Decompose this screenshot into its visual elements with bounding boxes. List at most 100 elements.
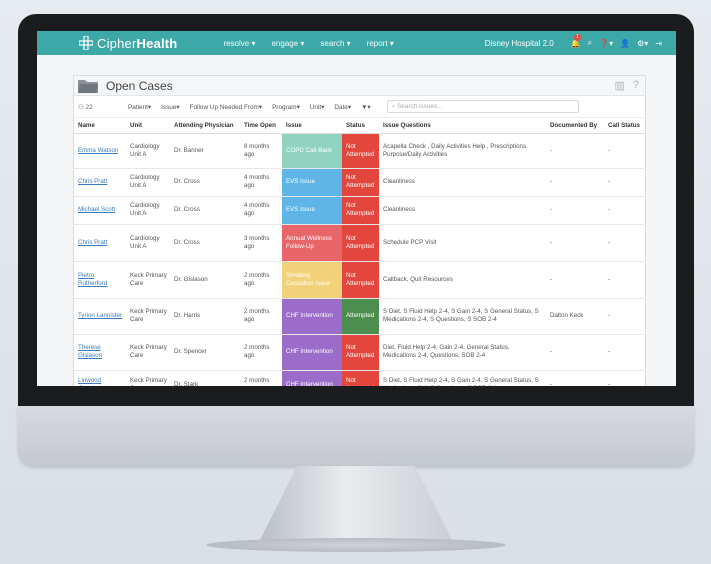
col-name[interactable]: Name (74, 118, 126, 134)
cases-table: Name Unit Attending Physician Time Open … (74, 118, 646, 386)
patient-name-link[interactable]: Chris Pratt (74, 168, 126, 197)
menu-engage[interactable]: engage ▾ (271, 39, 304, 48)
filter-more[interactable]: ▼▾ (361, 103, 371, 111)
bell-icon[interactable]: 🔔 1 (571, 33, 581, 48)
filter-program[interactable]: Program▾ (272, 103, 300, 111)
filter-patient[interactable]: Patient▾ (128, 103, 151, 111)
scene: Cipher Health resolve ▾ engage ▾ search ▾… (0, 0, 711, 564)
col-unit[interactable]: Unit (126, 118, 170, 134)
brand-name-a: Cipher (97, 35, 137, 51)
logout-icon[interactable]: ⇥ (655, 39, 662, 48)
unit-cell: Keck Primary Care (126, 334, 170, 371)
physician-cell: Dr. Spencer (170, 334, 240, 371)
notification-badge: 1 (573, 33, 581, 41)
panel-header: Open Cases ▥ ? (74, 76, 645, 96)
issue-cell[interactable]: Annual Wellness Follow-Up (282, 224, 342, 262)
patient-name-link[interactable]: Linwood Cruickshank (74, 370, 126, 386)
physician-cell: Dr. Harris (170, 298, 240, 335)
table-row[interactable]: Emma Watson Cardiology Unit A Dr. Banner 8 … (74, 133, 646, 169)
screen: Cipher Health resolve ▾ engage ▾ search ▾… (37, 31, 676, 386)
time-open-cell: 2 months ago (240, 261, 282, 299)
time-open-cell: 3 months ago (240, 224, 282, 262)
table-row[interactable]: Tyrion Lannister Keck Primary Care Dr. Har… (74, 298, 646, 335)
col-physician[interactable]: Attending Physician (170, 118, 240, 134)
unit-cell: Cardiology Unit A (126, 168, 170, 197)
issue-cell[interactable]: CHF Intervention (282, 370, 342, 386)
issue-cell[interactable]: EVS Issue (282, 168, 342, 197)
physician-cell: Dr. Gislason (170, 261, 240, 299)
documented-by-cell: - (546, 261, 604, 299)
main-menu: resolve ▾ engage ▾ search ▾ report ▾ (223, 39, 409, 48)
gear-icon[interactable]: ⚙▾ (637, 39, 648, 48)
filter-follow-up[interactable]: Follow Up Needed From▾ (190, 103, 262, 111)
patient-name-link[interactable]: Pietro Rutherford (74, 261, 126, 299)
issue-questions-cell: Schedule PCP Visit (379, 224, 546, 262)
table-body: Emma Watson Cardiology Unit A Dr. Banner 8 … (74, 133, 646, 386)
filter-unit[interactable]: Unit▾ (310, 103, 325, 111)
call-status-cell: - (604, 370, 646, 386)
status-cell: Not Attempted (342, 334, 379, 371)
table-row[interactable]: Therese Gislason Keck Primary Care Dr. Spe… (74, 334, 646, 371)
status-cell: Not Attempted (342, 133, 379, 169)
time-open-cell: 2 months ago (240, 370, 282, 386)
brand-name-b: Health (136, 35, 178, 51)
brand-logo[interactable]: Cipher Health (79, 36, 177, 51)
chart-icon[interactable]: ▥ (614, 79, 624, 92)
patient-name-link[interactable]: Therese Gislason (74, 334, 126, 371)
physician-cell: Dr. Stark (170, 370, 240, 386)
case-count-value: 22 (85, 103, 93, 111)
call-status-cell: - (604, 133, 646, 169)
open-cases-panel: Open Cases ▥ ? ⚇ 22 Patient▾ Issue▾ Foll… (73, 75, 646, 386)
unit-cell: Cardiology Unit A (126, 224, 170, 262)
monitor-base (206, 538, 506, 552)
patient-name-link[interactable]: Chris Pratt (74, 224, 126, 262)
col-status[interactable]: Status (342, 118, 379, 134)
documented-by-cell: Dalton Keck (546, 298, 604, 335)
panel-title: Open Cases (106, 78, 173, 93)
physician-cell: Dr. Cross (170, 168, 240, 197)
help-icon[interactable]: ❓▾ (599, 39, 613, 48)
issue-cell[interactable]: COPD Call-Back (282, 133, 342, 169)
physician-cell: Dr. Cross (170, 196, 240, 225)
user-icon[interactable]: 👤 (620, 39, 630, 48)
table-row[interactable]: Michael Scott Cardiology Unit A Dr. Cross 4… (74, 196, 646, 225)
documented-by-cell: - (546, 133, 604, 169)
table-row[interactable]: Chris Pratt Cardiology Unit A Dr. Cross 4 m… (74, 168, 646, 197)
physician-cell: Dr. Cross (170, 224, 240, 262)
filter-issue[interactable]: Issue▾ (161, 103, 179, 111)
hospital-selector[interactable]: Disney Hospital 2.0 (485, 39, 554, 48)
help-circle-icon[interactable]: ? (633, 79, 639, 92)
table-row[interactable]: Chris Pratt Cardiology Unit A Dr. Cross 3 m… (74, 224, 646, 262)
menu-search[interactable]: search ▾ (320, 39, 350, 48)
col-issue[interactable]: Issue (282, 118, 342, 134)
col-documented-by[interactable]: Documented By (546, 118, 604, 134)
time-open-cell: 4 months ago (240, 168, 282, 197)
table-row[interactable]: Linwood CruickshankKeck Primary CareDr. … (74, 370, 646, 386)
issue-cell[interactable]: CHF Intervention (282, 298, 342, 335)
patient-name-link[interactable]: Michael Scott (74, 196, 126, 225)
col-time-open[interactable]: Time Open (240, 118, 282, 134)
patient-name-link[interactable]: Emma Watson (74, 133, 126, 169)
issue-cell[interactable]: Smoking Cessation Issue (282, 261, 342, 299)
patient-name-link[interactable]: Tyrion Lannister (74, 298, 126, 335)
issue-cell[interactable]: EVS Issue (282, 196, 342, 225)
col-issue-questions[interactable]: Issue Questions (379, 118, 546, 134)
col-call-status[interactable]: Call Status (604, 118, 646, 134)
filter-date[interactable]: Date▾ (334, 103, 351, 111)
call-status-cell: - (604, 196, 646, 225)
issue-questions-cell: Diet, Fluid Help 2-4, Gain 2-4, General … (379, 334, 546, 371)
unit-cell: Keck Primary Care (126, 370, 170, 386)
time-open-cell: 8 months ago (240, 133, 282, 169)
call-status-cell: - (604, 298, 646, 335)
documented-by-cell: - (546, 370, 604, 386)
search-input[interactable]: ⌕ Search issues... (386, 100, 579, 113)
search-icon[interactable]: ⌕ (588, 38, 592, 48)
unit-cell: Cardiology Unit A (126, 196, 170, 225)
table-row[interactable]: Pietro Rutherford Keck Primary Care Dr. Gi… (74, 261, 646, 299)
documented-by-cell: - (546, 168, 604, 197)
menu-resolve[interactable]: resolve ▾ (223, 39, 255, 48)
filter-bar: ⚇ 22 Patient▾ Issue▾ Follow Up Needed Fr… (74, 96, 645, 118)
issue-questions-cell: S Diet, S Fluid Help 2-4, S Gain 2-4, S … (379, 370, 546, 386)
menu-report[interactable]: report ▾ (367, 39, 394, 48)
issue-cell[interactable]: CHF Intervention (282, 334, 342, 371)
